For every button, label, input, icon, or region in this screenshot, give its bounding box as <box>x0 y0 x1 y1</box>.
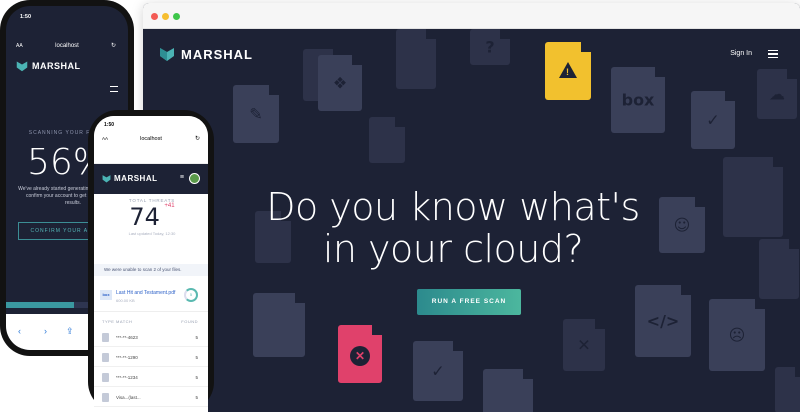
file-size: 600.00 KB <box>116 298 135 303</box>
reload-icon[interactable]: ↻ <box>111 42 116 49</box>
file-result-item[interactable]: box Last Hit and Testament.pdf 600.00 KB… <box>94 280 208 312</box>
x-circle-icon: ✕ <box>350 346 370 366</box>
mobile-brand-text: MARSHAL <box>32 61 81 71</box>
status-time: 1:50 <box>20 14 32 20</box>
back-icon[interactable]: ‹ <box>18 326 21 336</box>
close-window-button[interactable] <box>151 13 158 20</box>
table-row[interactable]: Visa...(last... 5 <box>94 388 208 407</box>
threat-score-ring: 5 <box>184 288 198 302</box>
last-updated: Last updated Today, 12:30 <box>128 231 176 236</box>
code-file-icon: </> <box>635 285 691 357</box>
doc-file-icon <box>396 29 436 89</box>
file-type-icon <box>102 333 109 342</box>
app-brand-text: MARSHAL <box>114 174 158 183</box>
col-match: MATCH <box>116 319 133 324</box>
col-type: TYPE <box>102 319 115 324</box>
sign-in-link[interactable]: Sign In <box>730 50 752 57</box>
minimize-window-button[interactable] <box>162 13 169 20</box>
dropbox-file-icon: ❖ <box>318 55 362 111</box>
address-bar[interactable]: localhost <box>6 43 128 49</box>
table-header: TYPE MATCH FOUND <box>94 316 208 326</box>
scan-progress-fill <box>6 302 75 308</box>
table-row[interactable]: ***-**-1290 5 <box>94 348 208 367</box>
site-logo[interactable]: MARSHAL <box>159 46 253 62</box>
brand-text: MARSHAL <box>181 46 253 62</box>
browser-window: ❖ ? ✎ box ✓ ☁ ☺ </> ☹ ✕ ✓ ! ✕ MARSHAL Si… <box>143 3 800 412</box>
doc-file-icon <box>775 367 800 412</box>
scan-alert[interactable]: We were unable to scan 2 of your files. <box>94 264 208 276</box>
text-file-icon <box>723 157 783 237</box>
safari-header: 1:50 AA localhost ↻ <box>94 116 208 164</box>
image-file-icon <box>483 369 533 412</box>
warning-file-icon: ! <box>545 42 591 100</box>
file-type-icon <box>102 353 109 362</box>
phone-right-screen: 1:50 AA localhost ↻ MARSHAL ≡ TOTAL THRE… <box>94 116 208 412</box>
check-file-icon: ✓ <box>691 91 735 149</box>
doc-file-icon <box>369 117 405 163</box>
close-file-icon: ✕ <box>563 319 605 371</box>
threats-count: 74 <box>129 203 160 231</box>
threats-card: TOTAL THREATS 74 +41 Last updated Today,… <box>114 198 190 248</box>
share-icon[interactable]: ⇪ <box>66 326 74 337</box>
headline-line-1: Do you know what's <box>266 185 640 229</box>
sad-file-icon: ☹ <box>709 299 765 371</box>
landing-page: ❖ ? ✎ box ✓ ☁ ☺ </> ☹ ✕ ✓ ! ✕ MARSHAL Si… <box>143 29 800 412</box>
error-file-icon: ✕ <box>338 325 382 383</box>
found-count: 5 <box>195 395 198 400</box>
run-free-scan-button[interactable]: RUN A FREE SCAN <box>417 289 521 315</box>
menu-icon[interactable] <box>110 86 118 92</box>
address-bar[interactable]: localhost <box>94 136 208 142</box>
shield-logo-icon <box>16 61 28 72</box>
found-count: 5 <box>195 375 198 380</box>
app-logo[interactable]: MARSHAL <box>102 174 158 183</box>
file-type-icon <box>102 393 109 402</box>
hamburger-menu-icon[interactable] <box>768 50 778 58</box>
match-value: ***-**-4623 <box>116 335 138 340</box>
found-count: 5 <box>195 355 198 360</box>
headline-line-2: in your cloud? <box>322 227 584 271</box>
file-name[interactable]: Last Hit and Testament.pdf <box>116 290 175 296</box>
box-file-icon: box <box>611 67 665 133</box>
table-row[interactable]: ***-**-4623 5 <box>94 328 208 347</box>
status-time: 1:50 <box>104 122 115 128</box>
forward-icon[interactable]: › <box>44 326 47 336</box>
question-file-icon: ? <box>470 29 510 65</box>
col-found: FOUND <box>181 319 198 324</box>
hero-headline: Do you know what's in your cloud? <box>243 186 663 270</box>
table-row[interactable]: ***-**-1234 5 <box>94 368 208 387</box>
avatar[interactable] <box>189 173 200 184</box>
shield-logo-icon <box>102 175 111 183</box>
mobile-logo[interactable]: MARSHAL <box>16 60 81 72</box>
threats-delta: +41 <box>164 203 175 209</box>
browser-title-bar <box>143 3 800 29</box>
app-nav-bar: MARSHAL ≡ <box>94 164 208 194</box>
found-count: 5 <box>195 335 198 340</box>
text-file-icon <box>253 293 305 357</box>
filter-icon[interactable]: ≡ <box>180 174 184 181</box>
file-type-icon <box>102 373 109 382</box>
check-file-icon: ✓ <box>413 341 463 401</box>
box-service-icon: box <box>100 290 112 300</box>
match-value: Visa...(last... <box>116 395 141 400</box>
maximize-window-button[interactable] <box>173 13 180 20</box>
shield-logo-icon <box>160 48 174 61</box>
phone-right: 1:50 AA localhost ↻ MARSHAL ≡ TOTAL THRE… <box>88 110 214 412</box>
happy-file-icon: ☺ <box>659 197 705 253</box>
reload-icon[interactable]: ↻ <box>195 135 200 142</box>
cloud-file-icon: ☁ <box>757 69 797 119</box>
match-value: ***-**-1234 <box>116 375 138 380</box>
match-value: ***-**-1290 <box>116 355 138 360</box>
doc-file-icon <box>759 239 799 299</box>
pdf-file-icon: ✎ <box>233 85 279 143</box>
